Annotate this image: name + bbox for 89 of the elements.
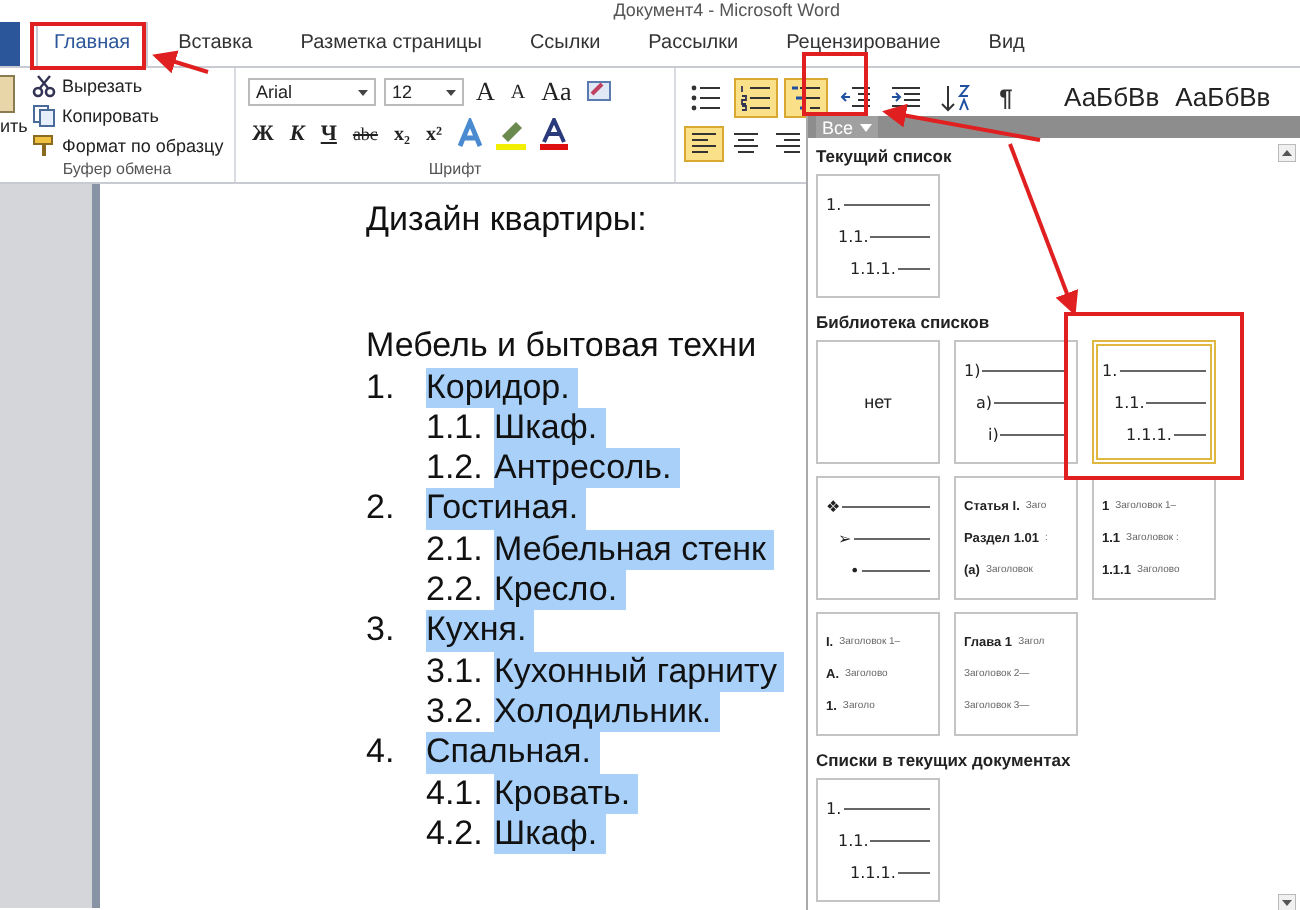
align-left-icon [690,132,718,156]
list-item-text: Кровать. [494,773,639,814]
list-style-tile[interactable]: 1) a) i) [954,340,1078,464]
list-item-text: Шкаф. [494,407,606,449]
format-button[interactable]: abc [348,124,382,144]
format-button[interactable]: x² [421,123,446,145]
format-button[interactable]: Ч [316,122,341,146]
scissors-icon [32,74,56,98]
list-item-text: Шкаф. [494,813,606,855]
list-number: 4.1. [426,773,485,814]
sort-icon [940,84,972,112]
document-heading: Мебель и бытовая техни [366,326,757,368]
format-button[interactable]: Ж [248,122,278,146]
document-title: Дизайн квартиры: [366,200,647,241]
font-size-button[interactable]: Aa [537,76,576,108]
window-title: Документ4 - Microsoft Word [613,0,840,20]
list-item-text: Коридор. [426,367,578,408]
list-item-text: Спальная. [426,732,599,774]
scroll-up-icon[interactable] [1278,144,1296,162]
highlight-frame [802,52,868,116]
caret-icon [859,123,872,131]
list-number: 1.2. [426,448,485,489]
list-item-text: Гостиная. [426,488,587,530]
list-style-tile[interactable]: ❖ ➢ • [816,476,940,600]
group-label: Буфер обмена [62,160,172,182]
list-number: 1.1. [426,407,485,449]
list-number: 4. [366,732,397,774]
list-item-text: Кухня. [426,610,535,652]
font-name-field[interactable]: Arial [248,78,376,106]
text-effects-icon[interactable] [453,118,486,150]
bullet-list-icon [690,84,722,112]
group-label: Шрифт [428,160,482,182]
list-number: 3. [366,610,397,652]
format-button[interactable]: К [285,122,309,146]
clipboard-icon[interactable] [0,72,16,116]
show-marks-button[interactable]: ¶ [984,78,1028,118]
font-size-button[interactable]: A [506,81,530,103]
ribbon-tab[interactable]: Рассылки [630,22,757,66]
highlighter-icon[interactable] [493,118,530,150]
list-number: 4.2. [426,813,485,855]
format-button[interactable]: x₂ [389,123,414,145]
list-style-tile[interactable]: 1. 1.1. 1.1.1. [1092,340,1216,464]
paintbrush-icon [33,135,53,156]
highlight-frame [30,22,146,70]
list-style-tile[interactable]: 1. 1.1. 1.1.1. [816,778,940,902]
list-number: 2.1. [426,529,485,571]
list-number: 3.1. [426,651,485,692]
clipboard-action[interactable]: Формат по образцу [32,132,224,160]
clear-format-icon[interactable] [583,78,616,106]
style-preview[interactable]: АаБбВв [1064,82,1160,112]
list-style-tile[interactable]: 1. 1.1. 1.1.1. [816,174,940,298]
numbered-list-icon [740,84,772,112]
indent-icon [890,84,922,112]
section-title: Текущий список [816,144,954,168]
section-title: Библиотека списков [816,310,992,334]
list-item-text: Антресоль. [494,448,680,489]
list-number: 1. [366,367,397,408]
multilevel-list-icon [790,84,822,112]
align-right-icon [774,132,802,156]
list-item-text: Кресло. [494,570,626,611]
font-size-button[interactable]: A [472,76,499,108]
caret-icon [446,89,456,95]
list-number: 2. [366,488,397,530]
caret-icon [358,89,368,95]
paste-label[interactable]: ить [0,116,28,136]
section-title: Списки в текущих документах [816,748,1073,772]
align-left-button[interactable] [684,126,724,162]
copy-icon [33,105,55,127]
numbering-button[interactable] [734,78,778,118]
list-style-tile[interactable]: нет [816,340,940,464]
font-color-icon[interactable] [537,118,570,150]
ribbon-tab[interactable]: Ссылки [511,22,619,66]
scroll-down-icon[interactable] [1278,894,1296,910]
list-item-text: Кухонный гарниту [494,651,785,692]
ribbon-tab[interactable]: Разметка страницы [282,22,500,66]
ribbon-tab[interactable]: Рецензирование [768,22,959,66]
font-size-field[interactable]: 12 [384,78,464,106]
style-preview[interactable]: АаБбВв [1175,82,1271,112]
clipboard-action[interactable]: Вырезать [32,72,224,100]
align-center-icon [732,132,760,156]
list-number: 2.2. [426,570,485,611]
list-item-text: Мебельная стенк [494,529,774,571]
list-item-text: Холодильник. [494,691,720,733]
ribbon-tab[interactable]: Вставка [160,22,271,66]
outdent-icon [840,84,872,112]
pointer-arrow [152,50,209,74]
ribbon-tab[interactable]: Вид [970,22,1043,66]
list-number: 3.2. [426,691,485,733]
clipboard-action[interactable]: Копировать [32,102,224,130]
